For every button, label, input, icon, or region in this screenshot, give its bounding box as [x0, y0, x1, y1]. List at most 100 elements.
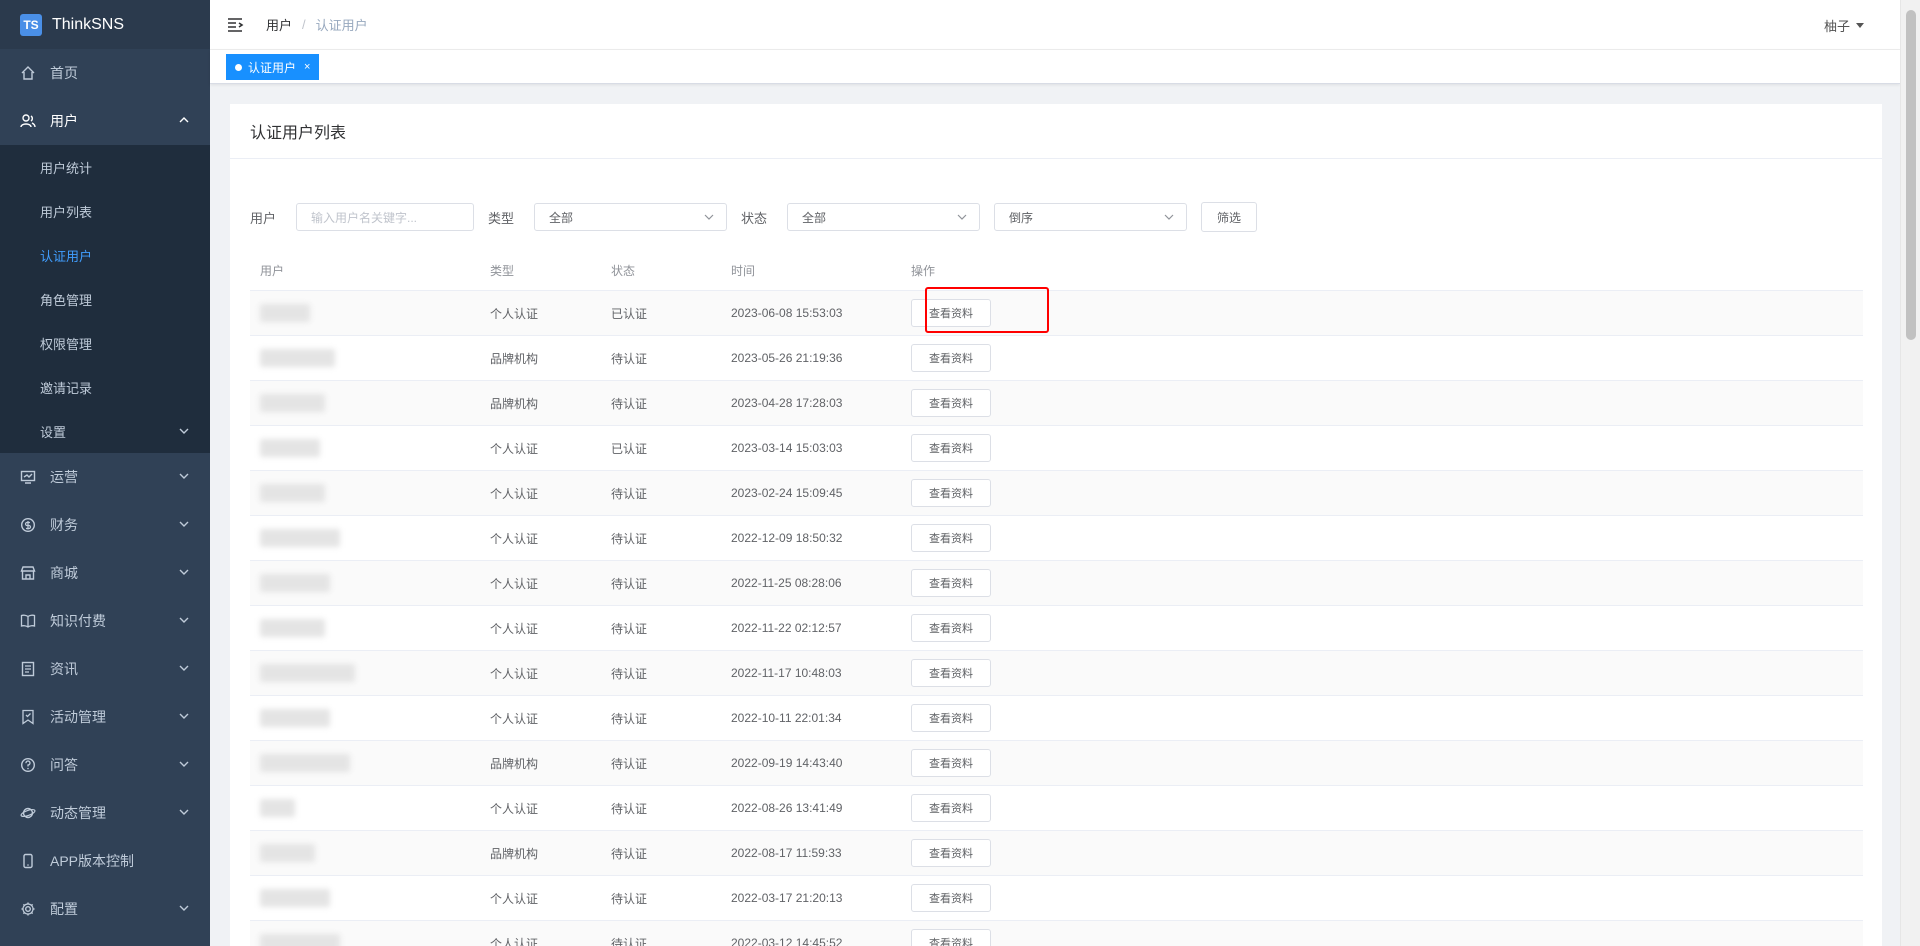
filter-bar: 用户 输入用户名关键字... 类型 全部 状态 全部 倒序 筛选	[250, 202, 1258, 232]
view-profile-button[interactable]: 查看资料	[911, 389, 991, 417]
view-profile-button[interactable]: 查看资料	[911, 344, 991, 372]
column-header-type: 类型	[490, 263, 515, 278]
cell-status: 待认证	[611, 711, 648, 726]
type-select-value: 全部	[549, 210, 574, 225]
sidebar-item-qa[interactable]: 问答	[0, 741, 210, 789]
cell-action: 查看资料	[911, 344, 1111, 372]
chevron-down-icon	[179, 761, 189, 767]
cell-type: 品牌机构	[490, 756, 539, 771]
logo[interactable]: TS ThinkSNS	[0, 0, 210, 49]
cell-action: 查看资料	[911, 794, 1111, 822]
user-menu[interactable]: 柚子	[1824, 16, 1864, 35]
cell-action: 查看资料	[911, 659, 1111, 687]
view-profile-button[interactable]: 查看资料	[911, 794, 991, 822]
store-icon	[20, 565, 36, 581]
sidebar-item-label: 财务	[50, 517, 78, 533]
hamburger-icon[interactable]	[226, 15, 246, 35]
blurred-username	[260, 844, 315, 862]
chevron-down-icon	[179, 905, 189, 911]
phone-icon	[20, 853, 36, 869]
view-profile-button[interactable]: 查看资料	[911, 479, 991, 507]
main-card: 认证用户列表 用户 输入用户名关键字... 类型 全部 状态 全部 倒序 筛选 …	[230, 104, 1882, 946]
view-profile-button[interactable]: 查看资料	[911, 929, 991, 946]
cell-type: 个人认证	[490, 441, 539, 456]
order-select[interactable]: 倒序	[994, 203, 1188, 231]
close-icon[interactable]: ×	[304, 61, 310, 73]
sidebar-item-label: 问答	[50, 757, 78, 773]
view-profile-button[interactable]: 查看资料	[911, 704, 991, 732]
view-profile-button[interactable]: 查看资料	[911, 884, 991, 912]
table-header: 用户 类型 状态 时间 操作	[250, 250, 1863, 291]
view-profile-button[interactable]: 查看资料	[911, 569, 991, 597]
sidebar-item-users[interactable]: 用户	[0, 97, 210, 145]
sidebar-item-label: 活动管理	[50, 709, 106, 725]
sidebar-subitem-roles[interactable]: 角色管理	[0, 277, 210, 321]
table-row: 品牌机构 待认证 2022-08-17 11:59:33 查看资料	[250, 831, 1863, 876]
sidebar-item-finance[interactable]: 财务	[0, 501, 210, 549]
cell-user	[250, 304, 490, 322]
view-profile-button[interactable]: 查看资料	[911, 749, 991, 777]
bookmark-icon	[20, 709, 36, 725]
view-profile-button[interactable]: 查看资料	[911, 614, 991, 642]
cell-time: 2022-08-26 13:41:49	[731, 801, 843, 815]
sidebar-item-app-version[interactable]: APP版本控制	[0, 837, 210, 885]
sidebar-subitem-user-stats[interactable]: 用户统计	[0, 145, 210, 189]
sidebar-item-store[interactable]: 商城	[0, 549, 210, 597]
filter-button[interactable]: 筛选	[1201, 202, 1258, 232]
page-scrollbar[interactable]	[1900, 0, 1920, 946]
scrollbar-thumb[interactable]	[1906, 10, 1916, 340]
sidebar-subitem-user-list[interactable]: 用户列表	[0, 189, 210, 233]
chevron-down-icon	[179, 428, 189, 434]
cell-status: 已认证	[611, 306, 648, 321]
sidebar-item-knowledge[interactable]: 知识付费	[0, 597, 210, 645]
status-select[interactable]: 全部	[787, 203, 981, 231]
view-profile-button[interactable]: 查看资料	[911, 434, 991, 462]
view-profile-button[interactable]: 查看资料	[911, 839, 991, 867]
cell-status: 待认证	[611, 351, 648, 366]
cell-time: 2023-06-08 15:53:03	[731, 306, 843, 320]
column-header-status: 状态	[611, 263, 636, 278]
sidebar-item-config[interactable]: 配置	[0, 885, 210, 933]
cell-status: 待认证	[611, 531, 648, 546]
cell-action: 查看资料	[911, 569, 1111, 597]
view-profile-button[interactable]: 查看资料	[911, 524, 991, 552]
view-profile-button[interactable]: 查看资料	[911, 299, 991, 327]
table-row: 个人认证 待认证 2022-11-25 08:28:06 查看资料	[250, 561, 1863, 606]
cell-user	[250, 844, 490, 862]
breadcrumb-parent[interactable]: 用户	[266, 15, 292, 34]
order-select-value: 倒序	[1009, 210, 1034, 225]
chevron-down-icon	[179, 569, 189, 575]
user-search-input[interactable]: 输入用户名关键字...	[296, 203, 475, 231]
question-icon	[20, 757, 36, 773]
sidebar-item-operations[interactable]: 运营	[0, 453, 210, 501]
sidebar-item-feeds[interactable]: 动态管理	[0, 789, 210, 837]
sidebar-item-home[interactable]: 首页	[0, 49, 210, 97]
blurred-username	[260, 934, 340, 946]
cell-type: 个人认证	[490, 801, 539, 816]
type-select[interactable]: 全部	[534, 203, 728, 231]
breadcrumb-separator: /	[302, 17, 306, 32]
logo-mark: TS	[20, 13, 42, 36]
sidebar-item-news[interactable]: 资讯	[0, 645, 210, 693]
cell-action: 查看资料	[911, 434, 1111, 462]
cell-type: 个人认证	[490, 891, 539, 906]
card-title: 认证用户列表	[230, 104, 1882, 159]
sidebar-subitem-invites[interactable]: 邀请记录	[0, 365, 210, 409]
cell-action: 查看资料	[911, 929, 1111, 946]
chevron-down-icon	[179, 713, 189, 719]
table-row: 个人认证 已认证 2023-03-14 15:03:03 查看资料	[250, 426, 1863, 471]
cell-user	[250, 934, 490, 946]
sidebar-subitem-settings[interactable]: 设置	[0, 409, 210, 453]
cell-action: 查看资料	[911, 389, 1111, 417]
sidebar-item-events[interactable]: 活动管理	[0, 693, 210, 741]
blurred-username	[260, 439, 320, 457]
tag-verified-users[interactable]: 认证用户 ×	[226, 54, 320, 80]
chevron-down-icon	[179, 617, 189, 623]
view-profile-button[interactable]: 查看资料	[911, 659, 991, 687]
cell-time: 2023-05-26 21:19:36	[731, 351, 843, 365]
sidebar-subitem-verified-users[interactable]: 认证用户	[0, 233, 210, 277]
topbar: 用户 / 认证用户 柚子	[210, 0, 1900, 50]
sidebar-subitem-permissions[interactable]: 权限管理	[0, 321, 210, 365]
table-row: 品牌机构 待认证 2023-05-26 21:19:36 查看资料	[250, 336, 1863, 381]
table-row: 个人认证 已认证 2023-06-08 15:53:03 查看资料	[250, 291, 1863, 336]
